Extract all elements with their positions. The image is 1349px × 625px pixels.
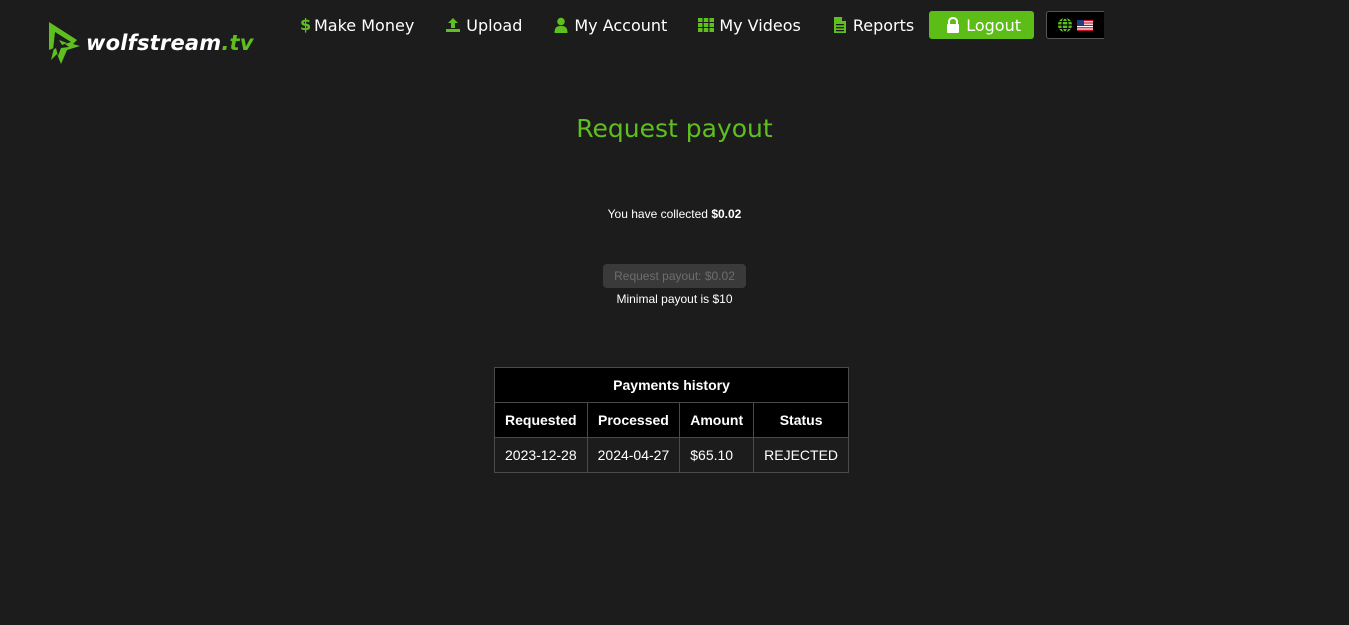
dollar-icon: $ <box>300 15 312 34</box>
cell-amount: $65.10 <box>679 437 755 473</box>
logo-tld: .tv <box>221 31 254 55</box>
language-selector[interactable] <box>1046 11 1104 39</box>
collected-amount: $0.02 <box>711 207 742 221</box>
nav-upload[interactable]: Upload <box>445 16 522 35</box>
table-row: 2023-12-28 2024-04-27 $65.10 REJECTED <box>494 437 850 473</box>
nav-label: Make Money <box>314 15 415 35</box>
site-logo[interactable]: wolfstream.tv <box>47 20 254 68</box>
wolf-logo-icon <box>49 22 80 64</box>
cell-requested: 2023-12-28 <box>494 437 588 473</box>
page: wolfstream.tv $ Make Money Upload My Acc… <box>0 0 1349 625</box>
column-header: Amount <box>679 402 755 438</box>
nav-my-videos[interactable]: My Videos <box>698 16 801 35</box>
logout-label: Logout <box>966 15 1021 35</box>
logo-name: wolfstream <box>86 31 222 55</box>
collected-summary: You have collected $0.02 <box>0 207 1349 221</box>
collected-prefix: You have collected <box>607 207 708 221</box>
cell-processed: 2024-04-27 <box>586 437 681 473</box>
table-caption-row: Payments history <box>493 367 850 403</box>
payments-history-table: Payments history Requested Processed Amo… <box>493 367 850 473</box>
grid-icon <box>698 18 715 32</box>
document-icon <box>833 17 846 33</box>
us-flag-icon <box>1077 19 1093 31</box>
nav-make-money[interactable]: $ Make Money <box>300 16 414 35</box>
globe-icon <box>1058 17 1072 33</box>
column-header: Requested <box>494 402 588 438</box>
column-header: Status <box>753 402 850 438</box>
minimal-payout-note: Minimal payout is $10 <box>616 292 733 306</box>
request-payout-button[interactable]: Request payout: $0.02 <box>603 264 746 288</box>
nav-reports[interactable]: Reports <box>832 16 914 35</box>
lock-icon <box>947 17 960 33</box>
table-header-row: Requested Processed Amount Status <box>494 402 850 438</box>
table-caption: Payments history <box>493 367 850 403</box>
logout-button[interactable]: Logout <box>929 11 1034 39</box>
nav-label: My Account <box>574 15 668 35</box>
nav-label: Reports <box>852 15 915 35</box>
nav-my-account[interactable]: My Account <box>553 16 667 35</box>
nav-label: Upload <box>466 15 523 35</box>
page-title: Request payout <box>576 114 773 143</box>
user-icon <box>554 17 568 33</box>
nav-label: My Videos <box>719 15 801 35</box>
logo-text: wolfstream.tv <box>86 31 254 55</box>
column-header: Processed <box>586 402 681 438</box>
cell-status: REJECTED <box>753 437 850 473</box>
upload-icon <box>446 18 461 32</box>
top-nav: $ Make Money Upload My Account My Videos… <box>300 10 1104 40</box>
